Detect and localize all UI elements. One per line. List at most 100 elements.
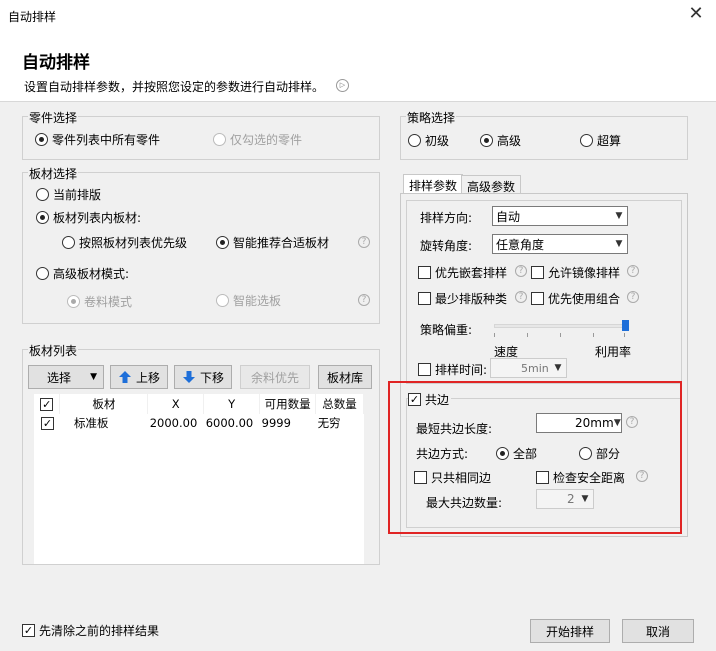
dialog-header: 自动排样 设置自动排样参数，并按照您设定的参数进行自动排样。 ▷ [0, 30, 716, 102]
time-checkbox[interactable] [418, 363, 431, 376]
min-types-checkbox[interactable] [418, 292, 431, 305]
by-priority-radio[interactable] [62, 236, 75, 249]
clear-previous-option[interactable]: ✓ 先清除之前的排样结果 [22, 622, 159, 639]
prefer-combo-checkbox[interactable] [531, 292, 544, 305]
clear-previous-checkbox[interactable]: ✓ [22, 624, 35, 637]
rotation-label: 旋转角度: [420, 239, 473, 253]
sheet-current-option[interactable]: 当前排版 [36, 186, 101, 203]
part-checked-option: 仅勾选的零件 [213, 131, 302, 148]
smart-select-option: 智能选板 [216, 292, 281, 309]
part-all-radio[interactable] [35, 133, 48, 146]
allow-mirror-label: 允许镜像排样 [548, 266, 621, 280]
strategy-basic-label: 初级 [425, 134, 450, 148]
move-down-label: 下移 [199, 370, 224, 385]
chevron-down-icon: ▼ [90, 372, 97, 382]
cell-total: 无穷 [317, 416, 341, 430]
cell-available: 9999 [261, 416, 291, 430]
strategy-super-option[interactable]: 超算 [580, 132, 621, 149]
select-all-header: ✓ [34, 394, 61, 414]
row-checkbox-cell: ✓ [34, 414, 60, 432]
min-types-option[interactable]: 最少排版种类 [418, 290, 507, 307]
help-icon[interactable]: ? [358, 236, 370, 248]
play-icon[interactable]: ▷ [336, 79, 349, 92]
advanced-sheet-radio[interactable] [36, 267, 49, 280]
prefer-combo-label: 优先使用组合 [548, 292, 621, 306]
remnant-first-button: 余料优先 [240, 365, 310, 389]
advanced-sheet-option[interactable]: 高级板材模式: [36, 265, 129, 282]
nest-first-option[interactable]: 优先嵌套排样 [418, 264, 507, 281]
cell-y: 6000.00 [205, 416, 254, 430]
by-priority-option[interactable]: 按照板材列表优先级 [62, 234, 187, 251]
part-select-title: 零件选择 [28, 109, 79, 126]
column-header: X [147, 394, 205, 414]
nest-first-checkbox[interactable] [418, 266, 431, 279]
column-header: 可用数量 [259, 394, 317, 414]
table-row[interactable]: ✓ 标准板 2000.00 6000.00 9999 无穷 [34, 414, 364, 432]
sheet-current-radio[interactable] [36, 188, 49, 201]
sheet-table: ✓ 板材 X Y 可用数量 总数量 ✓ 标准板 2000.00 6000.00 … [34, 394, 364, 564]
rotation-select[interactable]: 任意角度 ▼ [492, 234, 628, 254]
time-option[interactable]: 排样时间: [418, 361, 487, 378]
highlight-box [388, 381, 682, 534]
select-all-checkbox[interactable]: ✓ [40, 398, 54, 411]
smart-recommend-option[interactable]: 智能推荐合适板材 [216, 234, 329, 251]
select-label: 选择 [47, 370, 72, 385]
help-icon[interactable]: ? [627, 291, 639, 303]
help-icon[interactable]: ? [358, 294, 370, 306]
select-dropdown-button[interactable]: 选择 ▼ [28, 365, 104, 389]
allow-mirror-checkbox[interactable] [531, 266, 544, 279]
direction-label: 排样方向: [420, 211, 473, 225]
roll-mode-radio [67, 295, 80, 308]
sheet-library-label: 板材库 [326, 370, 363, 385]
advanced-sheet-label: 高级板材模式: [53, 267, 130, 281]
smart-recommend-label: 智能推荐合适板材 [233, 236, 330, 250]
close-icon[interactable]: ✕ [686, 3, 706, 25]
smart-recommend-radio[interactable] [216, 236, 229, 249]
roll-mode-label: 卷料模式 [84, 295, 133, 309]
chevron-down-icon: ▼ [615, 211, 623, 221]
chevron-down-icon: ▼ [554, 363, 562, 373]
bias-slider-track[interactable] [494, 324, 628, 328]
sheet-library-button[interactable]: 板材库 [318, 365, 372, 389]
part-all-label: 零件列表中所有零件 [52, 133, 161, 147]
start-button[interactable]: 开始排样 [530, 619, 610, 643]
strategy-basic-option[interactable]: 初级 [408, 132, 449, 149]
column-header: Y [203, 394, 261, 414]
by-priority-label: 按照板材列表优先级 [79, 236, 188, 250]
sheet-table-grid: ✓ 板材 X Y 可用数量 总数量 ✓ 标准板 2000.00 6000.00 … [34, 394, 364, 432]
dialog-description: 设置自动排样参数，并按照您设定的参数进行自动排样。 [24, 80, 325, 94]
move-down-button[interactable]: 下移 [174, 365, 232, 389]
part-checked-radio [213, 133, 226, 146]
sheet-list-option[interactable]: 板材列表内板材: [36, 209, 141, 226]
window-title: 自动排样 [8, 10, 57, 24]
bias-slider-thumb[interactable] [622, 320, 629, 331]
sheet-current-label: 当前排版 [53, 188, 102, 202]
column-header: 总数量 [315, 394, 364, 414]
strategy-advanced-option[interactable]: 高级 [480, 132, 521, 149]
cancel-label: 取消 [645, 624, 670, 639]
strategy-basic-radio[interactable] [408, 134, 421, 147]
time-label: 排样时间: [435, 363, 488, 377]
smart-select-label: 智能选板 [233, 294, 282, 308]
row-checkbox[interactable]: ✓ [40, 417, 54, 430]
arrow-up-icon [118, 371, 131, 383]
move-up-button[interactable]: 上移 [110, 365, 168, 389]
part-all-option[interactable]: 零件列表中所有零件 [35, 131, 160, 148]
help-icon[interactable]: ? [515, 291, 527, 303]
allow-mirror-option[interactable]: 允许镜像排样 [531, 264, 620, 281]
help-icon[interactable]: ? [515, 265, 527, 277]
strategy-super-radio[interactable] [580, 134, 593, 147]
smart-select-radio [216, 294, 229, 307]
direction-select[interactable]: 自动 ▼ [492, 206, 628, 226]
nest-first-label: 优先嵌套排样 [435, 266, 508, 280]
help-icon[interactable]: ? [627, 265, 639, 277]
time-value: 5min [521, 361, 549, 375]
sheet-list-radio[interactable] [36, 211, 49, 224]
part-checked-label: 仅勾选的零件 [230, 133, 303, 147]
tab-nesting-params[interactable]: 排样参数 [403, 174, 464, 194]
prefer-combo-option[interactable]: 优先使用组合 [531, 290, 620, 307]
tab-advanced-params[interactable]: 高级参数 [461, 175, 522, 194]
strategy-advanced-radio[interactable] [480, 134, 493, 147]
clear-previous-label: 先清除之前的排样结果 [39, 624, 160, 638]
cancel-button[interactable]: 取消 [622, 619, 694, 643]
